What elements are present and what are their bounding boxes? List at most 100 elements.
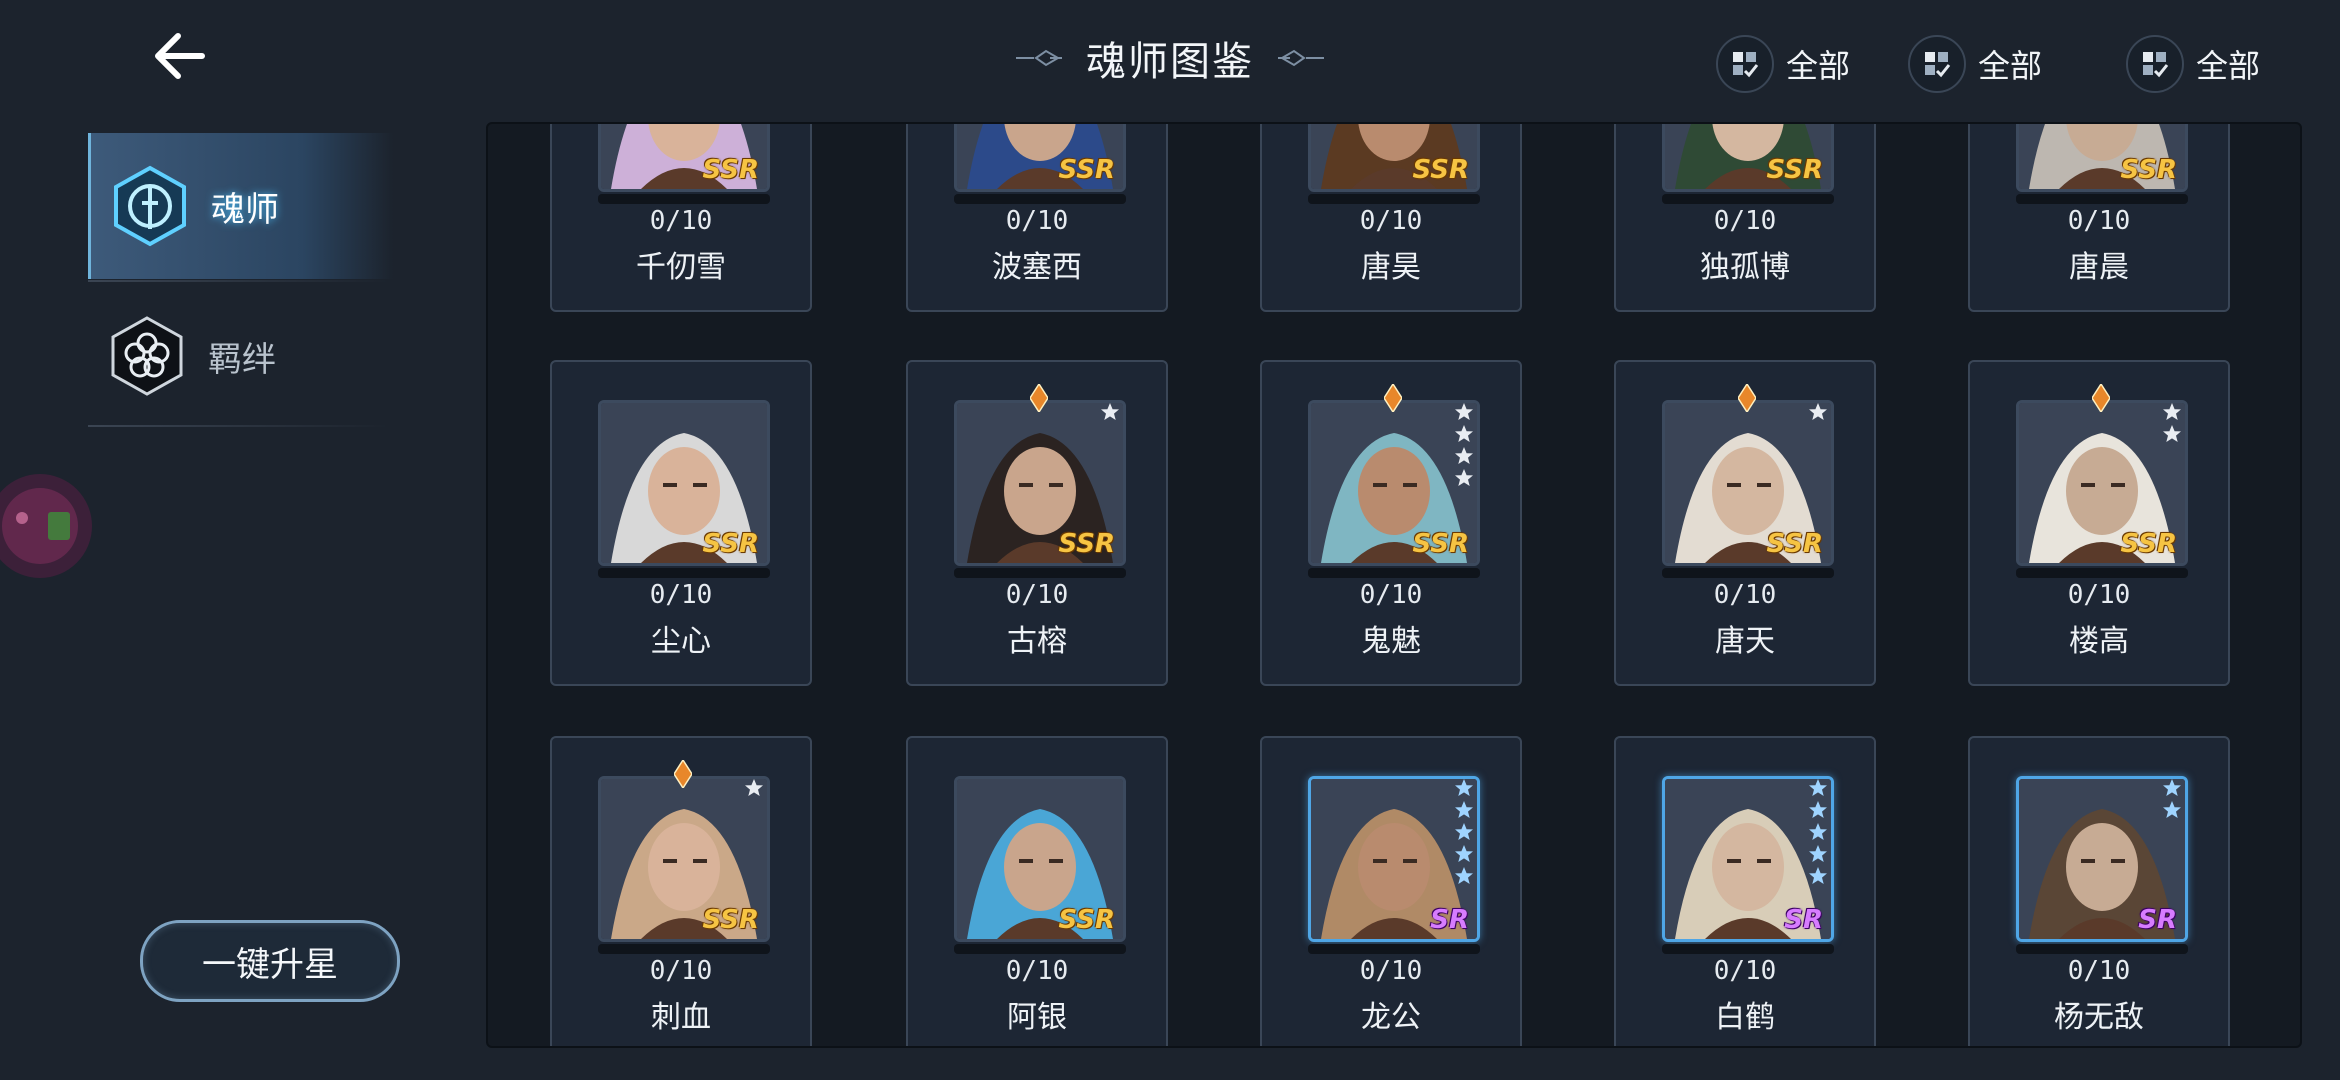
awaken-gem-icon — [1737, 382, 1757, 414]
character-card[interactable]: SR 0/10 杨无敌 — [1968, 736, 2230, 1046]
rarity-badge: SSR — [1766, 529, 1823, 559]
back-button[interactable] — [150, 28, 210, 84]
fragment-count: 0/10 — [1005, 206, 1069, 236]
star-icon — [2163, 801, 2181, 818]
character-name: 千仞雪 — [636, 250, 726, 285]
character-card[interactable]: SSR 0/10 鬼魅 — [1260, 360, 1522, 686]
rarity-badge: SSR — [2120, 529, 2177, 559]
character-card[interactable]: SSR 0/10 刺血 — [550, 736, 812, 1046]
filter-label: 全部 — [1786, 47, 1851, 85]
rarity-badge: SSR — [702, 905, 759, 935]
rarity-badge: SSR — [1058, 529, 1115, 559]
filter-label: 全部 — [1978, 47, 2043, 85]
character-card[interactable]: SR 0/10 龙公 — [1260, 736, 1522, 1046]
star-icon — [1455, 403, 1473, 420]
star-icon — [1809, 403, 1827, 420]
star-icon — [1809, 867, 1827, 884]
rarity-badge: SR — [2138, 905, 2177, 935]
fragment-progress-bar — [2016, 944, 2188, 954]
filter-grid-icon — [2126, 35, 2184, 93]
awaken-gem-icon — [1029, 382, 1049, 414]
character-card[interactable]: SSR 0/10 阿银 — [906, 736, 1168, 1046]
fragment-count: 0/10 — [1713, 580, 1777, 610]
character-name: 独孤博 — [1700, 250, 1790, 285]
rarity-badge: SSR — [2120, 155, 2177, 185]
character-portrait: SSR — [598, 400, 770, 566]
character-card[interactable]: SR 0/10 白鹤 — [1614, 736, 1876, 1046]
character-card[interactable]: SSR 0/10 波塞西 — [906, 124, 1168, 312]
divider — [88, 425, 388, 427]
star-rating — [744, 778, 766, 800]
fragment-progress-bar — [1308, 944, 1480, 954]
fragment-progress-bar — [598, 568, 770, 578]
fragment-count: 0/10 — [649, 580, 713, 610]
fragment-progress-bar — [954, 944, 1126, 954]
character-grid: SSR 0/10 千仞雪 SSR 0/10 波塞西 SSR 0/10 唐昊 SSR 0/10 独孤博 S… — [488, 124, 2300, 1046]
fragment-progress-bar — [1662, 568, 1834, 578]
star-icon — [2163, 425, 2181, 442]
filter-button-1[interactable]: 全部 — [1716, 35, 1851, 93]
character-card[interactable]: SSR 0/10 唐天 — [1614, 360, 1876, 686]
tab-bond[interactable]: 羁绊 — [88, 283, 390, 429]
divider — [88, 280, 388, 282]
character-name: 尘心 — [651, 624, 711, 659]
star-rating — [1454, 778, 1476, 888]
star-icon — [2163, 779, 2181, 796]
rarity-badge: SSR — [1412, 155, 1469, 185]
star-rating — [1808, 402, 1830, 424]
star-icon — [1455, 801, 1473, 818]
star-rating — [1808, 778, 1830, 888]
character-card[interactable]: SSR 0/10 千仞雪 — [550, 124, 812, 312]
tab-soul-master[interactable]: 魂师 — [88, 133, 393, 279]
fragment-count: 0/10 — [1359, 580, 1423, 610]
star-rating — [1100, 402, 1122, 424]
fragment-progress-bar — [1308, 568, 1480, 578]
character-card[interactable]: SSR 0/10 尘心 — [550, 360, 812, 686]
character-portrait: SSR — [954, 400, 1126, 566]
rarity-badge: SSR — [1766, 155, 1823, 185]
character-name: 龙公 — [1361, 1000, 1421, 1035]
title-ornament-right-icon — [1278, 49, 1324, 67]
rarity-badge: SSR — [1058, 155, 1115, 185]
star-icon — [1455, 867, 1473, 884]
character-name: 阿银 — [1007, 1000, 1067, 1035]
rarity-badge: SSR — [702, 155, 759, 185]
fragment-count: 0/10 — [649, 206, 713, 236]
star-icon — [1455, 823, 1473, 840]
filter-button-3[interactable]: 全部 — [2126, 35, 2261, 93]
character-portrait: SSR — [1662, 124, 1834, 192]
floating-assistant-icon[interactable] — [0, 456, 92, 586]
character-portrait: SSR — [954, 124, 1126, 192]
fragment-count: 0/10 — [1359, 956, 1423, 986]
awaken-gem-icon — [2091, 382, 2111, 414]
filter-label: 全部 — [2196, 47, 2261, 85]
star-icon — [1101, 403, 1119, 420]
fragment-count: 0/10 — [1713, 206, 1777, 236]
fragment-progress-bar — [2016, 568, 2188, 578]
star-icon — [1455, 845, 1473, 862]
character-name: 杨无敌 — [2054, 1000, 2144, 1035]
filter-button-2[interactable]: 全部 — [1908, 35, 2043, 93]
title-ornament-left-icon — [1016, 49, 1062, 67]
one-click-upstar-button[interactable]: 一键升星 — [140, 920, 400, 1002]
character-card[interactable]: SSR 0/10 楼高 — [1968, 360, 2230, 686]
fragment-count: 0/10 — [2067, 580, 2131, 610]
star-icon — [1455, 469, 1473, 486]
star-icon — [1809, 823, 1827, 840]
fragment-count: 0/10 — [1005, 580, 1069, 610]
character-card[interactable]: SSR 0/10 古榕 — [906, 360, 1168, 686]
character-portrait: SSR — [1308, 124, 1480, 192]
rarity-badge: SSR — [702, 529, 759, 559]
fragment-count: 0/10 — [2067, 206, 2131, 236]
rarity-badge: SSR — [1058, 905, 1115, 935]
star-rating — [2162, 778, 2184, 822]
fragment-count: 0/10 — [1359, 206, 1423, 236]
page-title: 魂师图鉴 — [1086, 39, 1254, 85]
rarity-badge: SSR — [1412, 529, 1469, 559]
character-card[interactable]: SSR 0/10 唐昊 — [1260, 124, 1522, 312]
character-grid-panel[interactable]: SSR 0/10 千仞雪 SSR 0/10 波塞西 SSR 0/10 唐昊 SSR 0/10 独孤博 S… — [486, 122, 2302, 1048]
character-portrait: SSR — [2016, 124, 2188, 192]
character-card[interactable]: SSR 0/10 独孤博 — [1614, 124, 1876, 312]
character-card[interactable]: SSR 0/10 唐晨 — [1968, 124, 2230, 312]
character-name: 波塞西 — [992, 250, 1082, 285]
